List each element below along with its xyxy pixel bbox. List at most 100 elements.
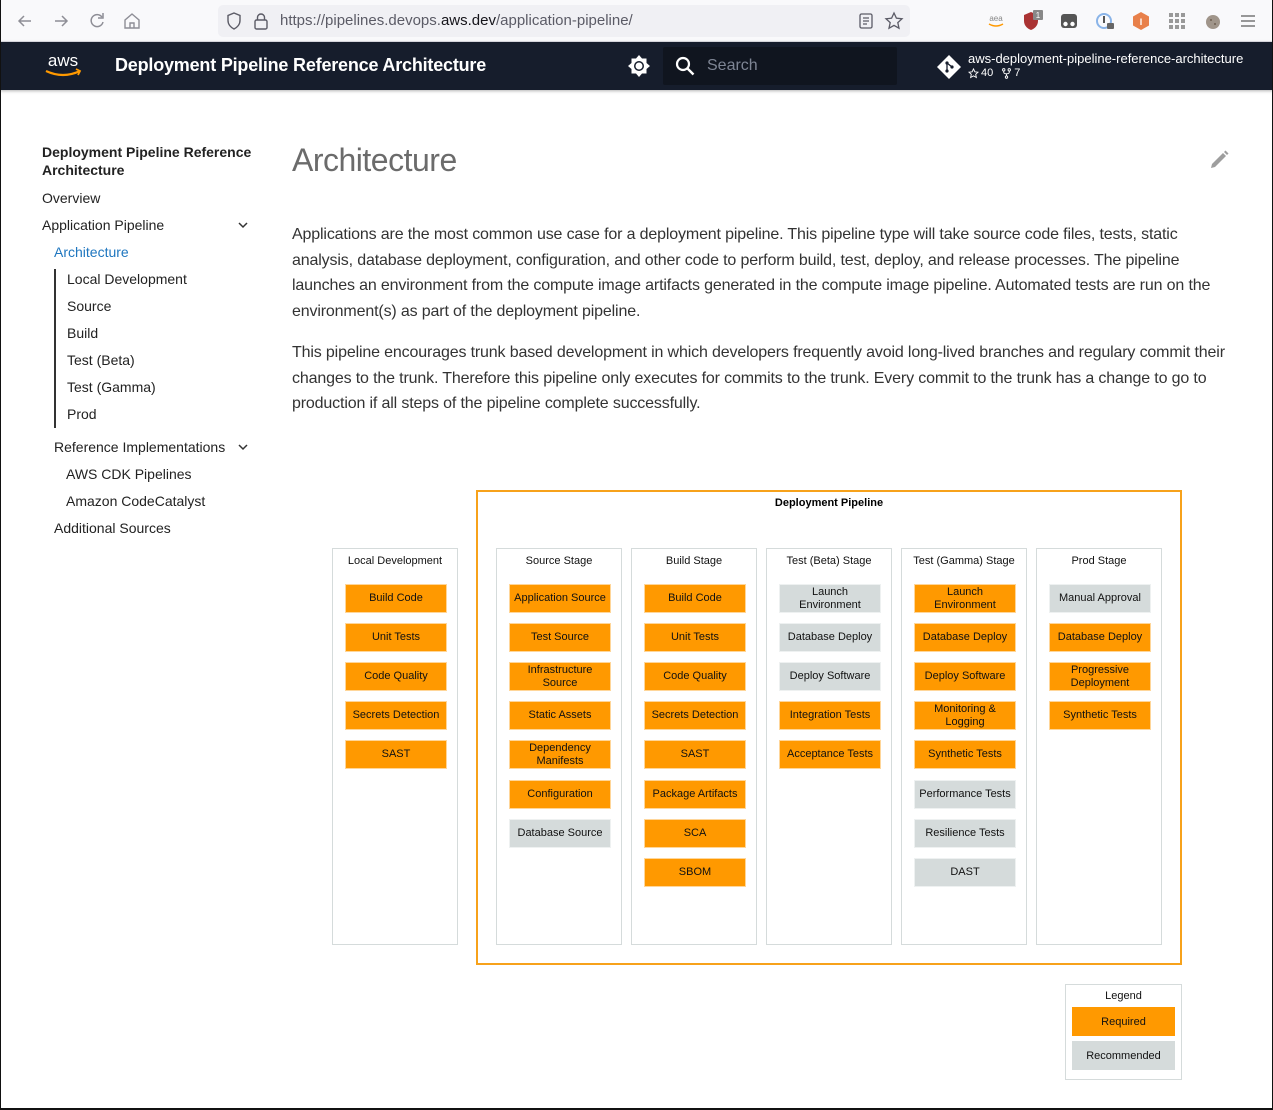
address-bar[interactable]: https://pipelines.devops.aws.dev/applica… xyxy=(218,5,910,37)
aws-logo[interactable]: aws xyxy=(42,51,84,79)
glasses-icon[interactable] xyxy=(1058,10,1080,32)
hexagon-extension-icon[interactable]: I xyxy=(1130,10,1152,32)
chevron-down-icon[interactable] xyxy=(237,441,249,453)
sidebar-title[interactable]: Deployment Pipeline Reference Architectu… xyxy=(42,143,257,179)
ublock-icon[interactable]: 1 xyxy=(1021,10,1043,32)
pencil-icon xyxy=(1211,150,1229,168)
amazon-assistant-icon[interactable]: aea xyxy=(985,10,1007,32)
search-input[interactable] xyxy=(707,47,892,85)
apps-grid-icon[interactable] xyxy=(1166,10,1188,32)
password-manager-icon[interactable] xyxy=(1094,10,1116,32)
reload-icon[interactable] xyxy=(86,10,108,32)
step-label: SBOM xyxy=(678,866,712,878)
step-label: Database Deploy xyxy=(787,631,873,643)
svg-text:I: I xyxy=(1140,17,1143,27)
url-host: aws.dev xyxy=(440,12,496,29)
repo-name: aws-deployment-pipeline-reference-archit… xyxy=(968,51,1244,66)
step-sast: SAST xyxy=(644,740,746,769)
step-manual-approval: Manual Approval xyxy=(1049,584,1151,613)
step-label: Synthetic Tests xyxy=(1063,709,1137,721)
step-label: Code Quality xyxy=(663,670,727,682)
legend-recommended-label: Recommended xyxy=(1086,1049,1161,1062)
step-label: Resilience Tests xyxy=(925,827,1005,839)
step-database-deploy: Database Deploy xyxy=(1049,623,1151,652)
sidebar-item-build[interactable]: Build xyxy=(67,323,257,350)
bookmark-star-icon[interactable] xyxy=(884,11,904,31)
fork-icon xyxy=(1002,67,1012,79)
step-label: Acceptance Tests xyxy=(786,748,873,760)
step-dast: DAST xyxy=(914,858,1016,887)
step-static-assets: Static Assets xyxy=(509,701,611,730)
star-icon xyxy=(968,67,979,78)
step-label: Database Source xyxy=(517,827,603,839)
chevron-down-icon[interactable] xyxy=(237,219,249,231)
sidebar-item-aws-cdk-pipelines[interactable]: AWS CDK Pipelines xyxy=(42,464,257,491)
step-configuration: Configuration xyxy=(509,780,611,809)
menu-icon[interactable] xyxy=(1237,10,1259,32)
search-box[interactable] xyxy=(663,47,897,85)
step-sbom: SBOM xyxy=(644,858,746,887)
step-label: Unit Tests xyxy=(670,631,720,643)
step-label: Launch Environment xyxy=(934,585,996,611)
sidebar-item-prod[interactable]: Prod xyxy=(67,404,257,428)
deployment-pipeline-title: Deployment Pipeline xyxy=(774,497,884,509)
step-label: Build Code xyxy=(369,592,423,604)
search-icon xyxy=(675,56,695,76)
sidebar-item-test-beta[interactable]: Test (Beta) xyxy=(67,350,257,377)
stage-source-stage: Source Stage Application Source Test Sourc… xyxy=(496,548,622,945)
sidebar-item-source[interactable]: Source xyxy=(67,296,257,323)
step-label: Deploy Software xyxy=(924,670,1006,682)
stage-title: Source Stage xyxy=(525,555,593,567)
stage-title: Build Stage xyxy=(665,555,723,567)
step-label: Dependency Manifests xyxy=(529,741,591,767)
stage-prod-stage: Prod Stage Manual Approval Database Deploy… xyxy=(1036,548,1162,945)
theme-toggle-icon[interactable] xyxy=(626,53,652,79)
legend-required: Required xyxy=(1072,1007,1175,1036)
step-label: SAST xyxy=(381,748,411,760)
page-title: Architecture xyxy=(292,142,457,178)
step-label: SAST xyxy=(680,748,710,760)
step-sast: SAST xyxy=(345,740,447,769)
reader-view-icon[interactable] xyxy=(858,12,874,30)
sidebar-item-application-pipeline[interactable]: Application Pipeline xyxy=(42,215,257,242)
sidebar-item-label: Reference Implementations xyxy=(54,439,226,455)
url-text[interactable]: https://pipelines.devops.aws.dev/applica… xyxy=(280,12,633,29)
sidebar-item-overview[interactable]: Overview xyxy=(42,188,257,215)
window-border xyxy=(0,0,1,1110)
step-monitoring-logging: Monitoring & Logging xyxy=(914,701,1016,730)
sidebar-item-amazon-codecatalyst[interactable]: Amazon CodeCatalyst xyxy=(42,491,257,518)
back-icon[interactable] xyxy=(14,10,36,32)
sidebar-item-local-development[interactable]: Local Development xyxy=(67,269,257,296)
step-label: Database Deploy xyxy=(922,631,1008,643)
sidebar-item-test-gamma[interactable]: Test (Gamma) xyxy=(67,377,257,404)
step-code-quality: Code Quality xyxy=(644,662,746,691)
step-integration-tests: Integration Tests xyxy=(779,701,881,730)
step-database-source: Database Source xyxy=(509,819,611,848)
step-label: DAST xyxy=(950,866,980,878)
edit-page-button[interactable] xyxy=(1207,148,1231,172)
sidebar-item-architecture[interactable]: Architecture xyxy=(42,242,257,269)
legend: Legend Required Recommended xyxy=(1065,984,1182,1080)
step-package-artifacts: Package Artifacts xyxy=(644,780,746,809)
lock-icon[interactable] xyxy=(253,12,269,30)
site-title[interactable]: Deployment Pipeline Reference Architectu… xyxy=(115,55,486,76)
home-icon[interactable] xyxy=(121,10,143,32)
step-build-code: Build Code xyxy=(644,584,746,613)
step-build-code: Build Code xyxy=(345,584,447,613)
step-label: Performance Tests xyxy=(919,788,1011,800)
step-label: Secrets Detection xyxy=(352,709,440,721)
legend-recommended: Recommended xyxy=(1072,1041,1175,1070)
svg-text:aea: aea xyxy=(989,14,1003,23)
cookie-icon[interactable] xyxy=(1202,10,1224,32)
site-header: aws Deployment Pipeline Reference Archit… xyxy=(0,42,1273,90)
step-test-source: Test Source xyxy=(509,623,611,652)
sidebar-item-additional-sources[interactable]: Additional Sources xyxy=(42,518,257,545)
step-label: Code Quality xyxy=(364,670,428,682)
architecture-subnav: Local Development Source Build Test (Bet… xyxy=(54,269,257,428)
stage-local-development: Local Development Build Code Unit Tests Cod… xyxy=(332,548,458,945)
sidebar-item-reference-implementations[interactable]: Reference Implementations xyxy=(42,437,257,464)
forward-icon[interactable] xyxy=(50,10,72,32)
step-label: Deploy Software xyxy=(789,670,871,682)
shield-icon[interactable] xyxy=(226,12,242,30)
stage-test-beta-stage: Test (Beta) Stage Launch Environment Datab… xyxy=(766,548,892,945)
